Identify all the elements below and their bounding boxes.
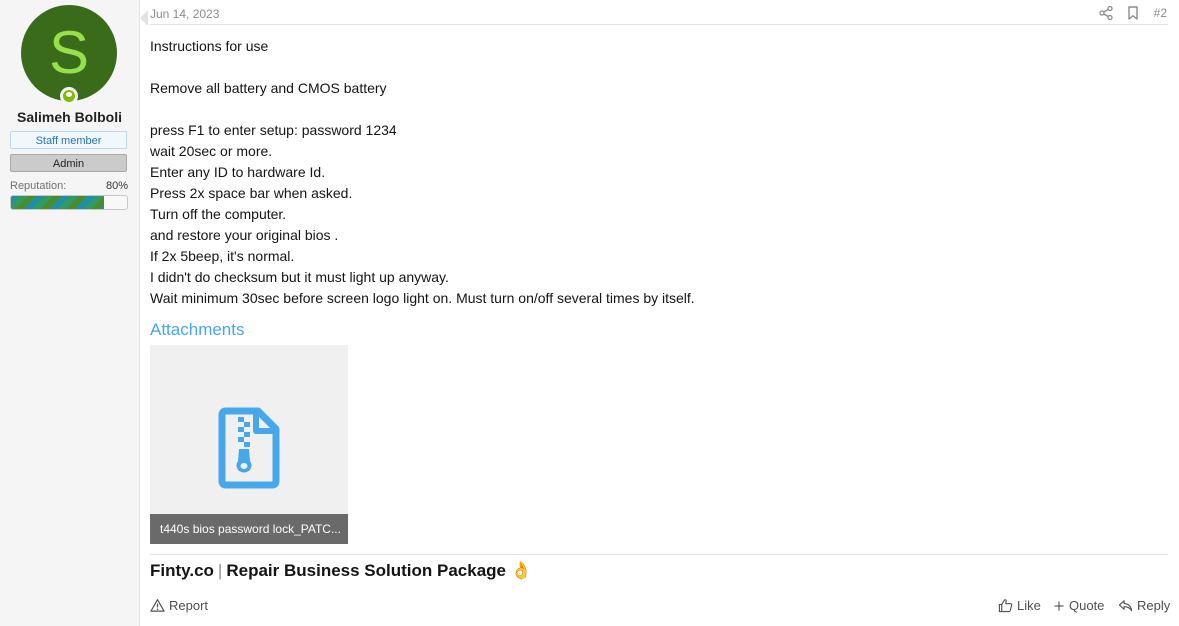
post-line: Enter any ID to hardware Id.	[150, 164, 326, 180]
attachments-heading: Attachments	[150, 320, 245, 339]
post-line: Instructions for use	[150, 38, 269, 54]
reputation-label: Reputation:	[10, 180, 67, 192]
signature-separator: |	[217, 561, 223, 580]
report-label: Report	[169, 598, 209, 613]
post-line	[150, 99, 695, 120]
post-number[interactable]: #2	[1154, 6, 1167, 20]
post-date[interactable]: Jun 14, 2023	[150, 7, 219, 21]
post-line	[150, 57, 695, 78]
reply-label: Reply	[1137, 598, 1171, 613]
reply-icon	[1118, 600, 1133, 612]
post-line: press F1 to enter setup: password 1234	[150, 122, 397, 138]
plus-icon	[1054, 601, 1064, 610]
like-label: Like	[1017, 598, 1041, 613]
reputation-value: 80%	[105, 180, 128, 192]
online-status-icon	[60, 87, 78, 105]
post-line: and restore your original bios .	[150, 227, 339, 243]
post-line: Press 2x space bar when asked.	[150, 185, 353, 201]
username[interactable]: Salimeh Bolboli	[0, 109, 139, 125]
header-divider	[150, 24, 1168, 25]
share-icon[interactable]	[1098, 5, 1114, 21]
warning-icon	[150, 599, 165, 612]
quote-button[interactable]: Quote	[1053, 598, 1104, 613]
reputation-bar	[10, 195, 128, 210]
post-line: Remove all battery and CMOS battery	[150, 80, 387, 96]
post-line: If 2x 5beep, it's normal.	[150, 248, 295, 264]
signature-brand[interactable]: Finty.co	[150, 561, 214, 580]
reputation-bar-fill	[11, 196, 104, 209]
signature-text[interactable]: Repair Business Solution Package	[226, 561, 506, 580]
ok-hand-emoji: 👌	[510, 561, 532, 580]
signature: Finty.co | Repair Business Solution Packag…	[150, 561, 532, 581]
post-main: Jun 14, 2023 #2 Instructions for use Rem…	[140, 0, 1179, 626]
post-line: I didn't do checksum but it must light u…	[150, 269, 449, 285]
signature-divider	[150, 554, 1168, 555]
attachment-card[interactable]: t440s bios password lock_PATC...	[150, 345, 348, 544]
bookmark-icon[interactable]	[1125, 5, 1141, 21]
thumbs-up-icon	[998, 599, 1013, 613]
forum-post: S Salimeh Bolboli Staff member Admin Rep…	[0, 0, 1179, 626]
attachment-filename[interactable]: t440s bios password lock_PATC...	[150, 514, 348, 544]
reply-button[interactable]: Reply	[1118, 598, 1170, 613]
post-line: Wait minimum 30sec before screen logo li…	[150, 290, 695, 306]
report-button[interactable]: Report	[150, 598, 208, 613]
post-body: Instructions for use Remove all battery …	[150, 36, 695, 309]
quote-label: Quote	[1069, 598, 1105, 613]
like-button[interactable]: Like	[998, 598, 1041, 613]
staff-badge: Staff member	[10, 131, 127, 149]
post-line: wait 20sec or more.	[150, 143, 273, 159]
user-sidebar: S Salimeh Bolboli Staff member Admin Rep…	[0, 0, 148, 626]
admin-badge: Admin	[10, 154, 127, 172]
zip-file-icon	[218, 407, 280, 489]
post-line: Turn off the computer.	[150, 206, 287, 222]
